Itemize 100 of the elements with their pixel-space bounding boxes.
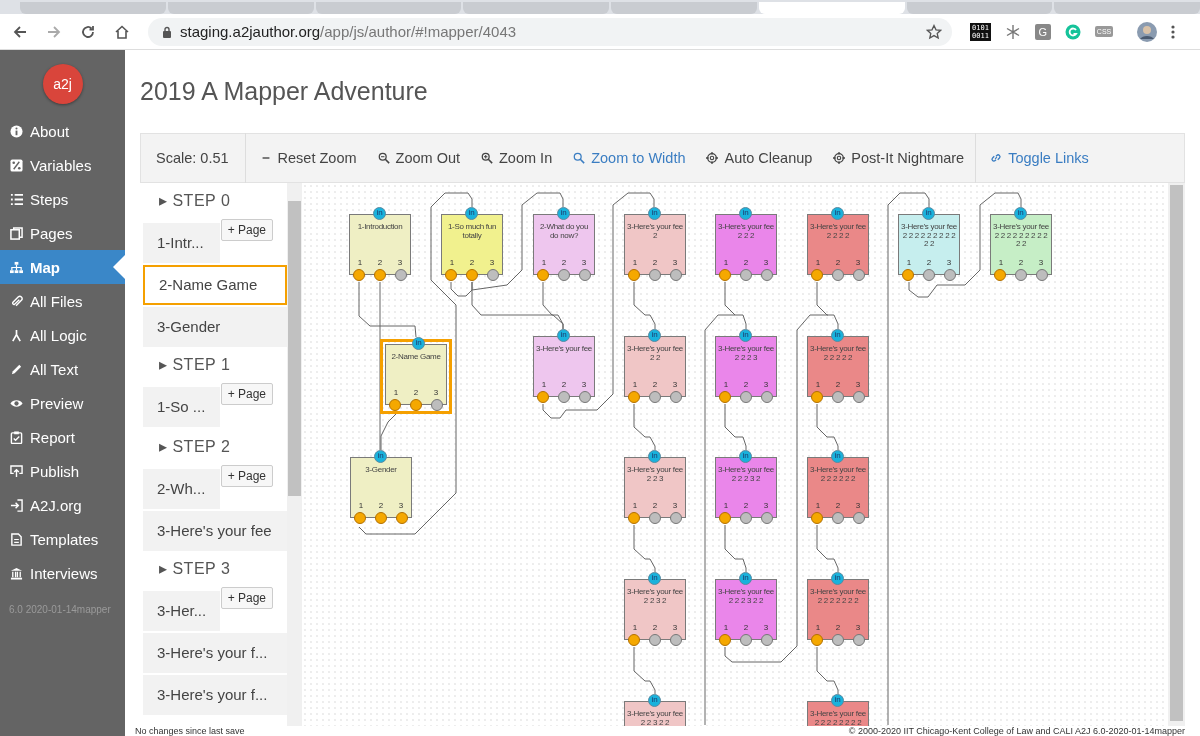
add-page-button[interactable]: + Page [220,219,273,241]
node-title: 3-Here's your fee 2 2 2 3 2 [717,466,775,483]
page-node[interactable]: 1-So much fun totally 1 2 3 [441,214,503,275]
page-node[interactable]: 3-Here's your fee 2 1 2 3 [624,214,686,275]
page-node[interactable]: 3-Here's your fee 2 2 2 2 1 2 3 [807,214,869,275]
address-field[interactable]: staging.a2jauthor.org/app/js/author/#!mapper/4043 [148,17,952,46]
star-icon[interactable] [926,23,942,40]
search-icon [573,152,586,164]
page-item[interactable]: 1-So ... [143,387,220,427]
nav-item[interactable]: Steps [0,182,125,216]
port-number: 2 [835,502,841,510]
page-node[interactable]: 3-Here's your fee 2 2 2 3 1 2 3 [715,336,777,397]
page-node[interactable]: 1-Introduction 1 2 3 [349,214,411,275]
node-title: 1-So much fun totally [446,223,498,240]
copyright-text: © 2000-2020 IIT Chicago-Kent College of Law and CALI A2J 6.0-2020-01-14mapper [848,726,1185,736]
nav-item[interactable]: All Text [0,352,125,386]
page-node[interactable]: 3-Here's your fee 2 2 2 2 2 1 2 3 [807,336,869,397]
page-node[interactable]: 2-Name Game 1 2 3 [385,344,447,405]
page-node[interactable]: 3-Here's your fee 2 2 3 2 2 [624,701,686,726]
port-number: 2 [743,624,749,632]
port-number: 2 [469,259,475,267]
page-node[interactable]: 3-Here's your fee 2 2 3 2 1 2 3 [624,579,686,640]
page-node[interactable]: 3-Here's your fee 2 2 2 2 2 2 1 2 3 [807,457,869,518]
page-item[interactable]: 2-Wh... [143,469,220,509]
scrollbar[interactable] [287,183,302,726]
connector-line [633,524,656,573]
nav-item[interactable]: Interviews [0,556,125,590]
logo[interactable]: a2j [42,64,83,104]
toolbar-button[interactable]: Zoom In [471,150,559,166]
page-node[interactable]: 3-Here's your fee 2 2 2 3 2 2 1 2 3 [715,579,777,640]
page-node[interactable]: 3-Here's your fee 2 2 3 1 2 3 [624,457,686,518]
page-node[interactable]: 3-Here's your fee 2 2 2 3 2 1 2 3 [715,457,777,518]
page-node[interactable]: 3-Here's your fee 2 2 2 1 2 3 [715,214,777,275]
port-number: 3 [672,381,678,389]
nav-item[interactable]: Templates [0,522,125,556]
port-number: 1 [632,624,638,632]
page-node[interactable]: 3-Here's your fee 1 2 3 [533,336,595,397]
pages-icon [10,226,23,240]
toolbar-button[interactable]: Auto Cleanup [696,150,819,166]
pencil-icon [10,362,23,376]
page-node[interactable]: 3-Here's your fee 2 2 2 2 2 2 2 2 2 2 2 1 2 3 [898,214,960,275]
add-page-button[interactable]: + Page [220,587,273,609]
forward-icon[interactable] [46,23,62,40]
page-item[interactable]: 3-Her... [143,591,220,631]
page-item[interactable]: 2-Name Game [143,265,287,305]
scroll-thumb[interactable] [288,201,301,496]
step-header[interactable]: ▸ STEP 3 [143,558,287,580]
add-page-button[interactable]: + Page [220,383,273,405]
port-number: 3 [672,502,678,510]
node-title: 3-Gender [364,466,398,475]
step-header[interactable]: ▸ STEP 2 [143,436,287,458]
page-item[interactable]: 3-Here's your fee [143,511,287,551]
toolbar-button[interactable]: Reset Zoom [249,150,363,166]
add-page-button[interactable]: + Page [220,465,273,487]
nav-item[interactable]: All Logic [0,318,125,352]
fork-icon [10,328,23,342]
extension-icon[interactable]: G [1034,23,1051,40]
scroll-thumb[interactable] [1170,185,1183,721]
avatar-icon[interactable] [1137,21,1158,42]
page-node[interactable]: 3-Gender 1 2 3 [350,457,412,518]
nav-item[interactable]: Variables [0,148,125,182]
toolbar-button[interactable]: Zoom to Width [563,150,692,166]
port-number: 1 [815,381,821,389]
scrollbar[interactable] [1168,183,1185,726]
toolbar-button[interactable]: Post-It Nightmare [823,150,971,166]
port-number: 2 [378,502,384,510]
port-number: 1 [723,259,729,267]
nav-item[interactable]: Report [0,420,125,454]
back-icon[interactable] [12,23,28,40]
page-node[interactable]: 3-Here's your fee 2 2 2 2 2 2 2 1 2 3 [807,579,869,640]
page-item[interactable]: 3-Here's your f... [143,675,287,715]
port-number: 2 [561,259,567,267]
home-icon[interactable] [114,23,130,40]
nav-item[interactable]: Pages [0,216,125,250]
port-number: 3 [397,259,403,267]
nav-item[interactable]: A2J.org [0,488,125,522]
port-number: 1 [998,259,1004,267]
grammar-icon[interactable] [1064,23,1081,40]
nav-item[interactable]: About [0,114,125,148]
step-header[interactable]: ▸ STEP 0 [143,190,287,212]
toggle-links-link[interactable]: Toggle Links [980,150,1095,166]
snowflake-icon[interactable] [1004,23,1021,40]
nav-item[interactable]: Preview [0,386,125,420]
port-number: 3 [433,389,439,397]
page-item[interactable]: 3-Gender [143,307,287,347]
page-item[interactable]: 3-Here's your f... [143,633,287,673]
page-node[interactable]: 3-Here's your fee 2 2 2 2 2 2 2 2 [807,701,869,726]
reload-icon[interactable] [80,23,96,40]
page-node[interactable]: 2-What do you do now? 1 2 3 [533,214,595,275]
nav-item[interactable]: Publish [0,454,125,488]
link-icon [990,152,1003,164]
nav-item[interactable]: Map [0,250,125,284]
nav-item[interactable]: All Files [0,284,125,318]
port-number: 1 [815,624,821,632]
page-item[interactable]: 1-Intr... [143,223,220,263]
step-header[interactable]: ▸ STEP 1 [143,354,287,376]
page-node[interactable]: 3-Here's your fee 2 2 2 2 2 2 2 2 2 2 2 1 2 3 [990,214,1052,275]
page-node[interactable]: 3-Here's your fee 2 2 1 2 3 [624,336,686,397]
toolbar-button[interactable]: Zoom Out [367,150,466,166]
menu-icon[interactable] [1171,23,1176,40]
